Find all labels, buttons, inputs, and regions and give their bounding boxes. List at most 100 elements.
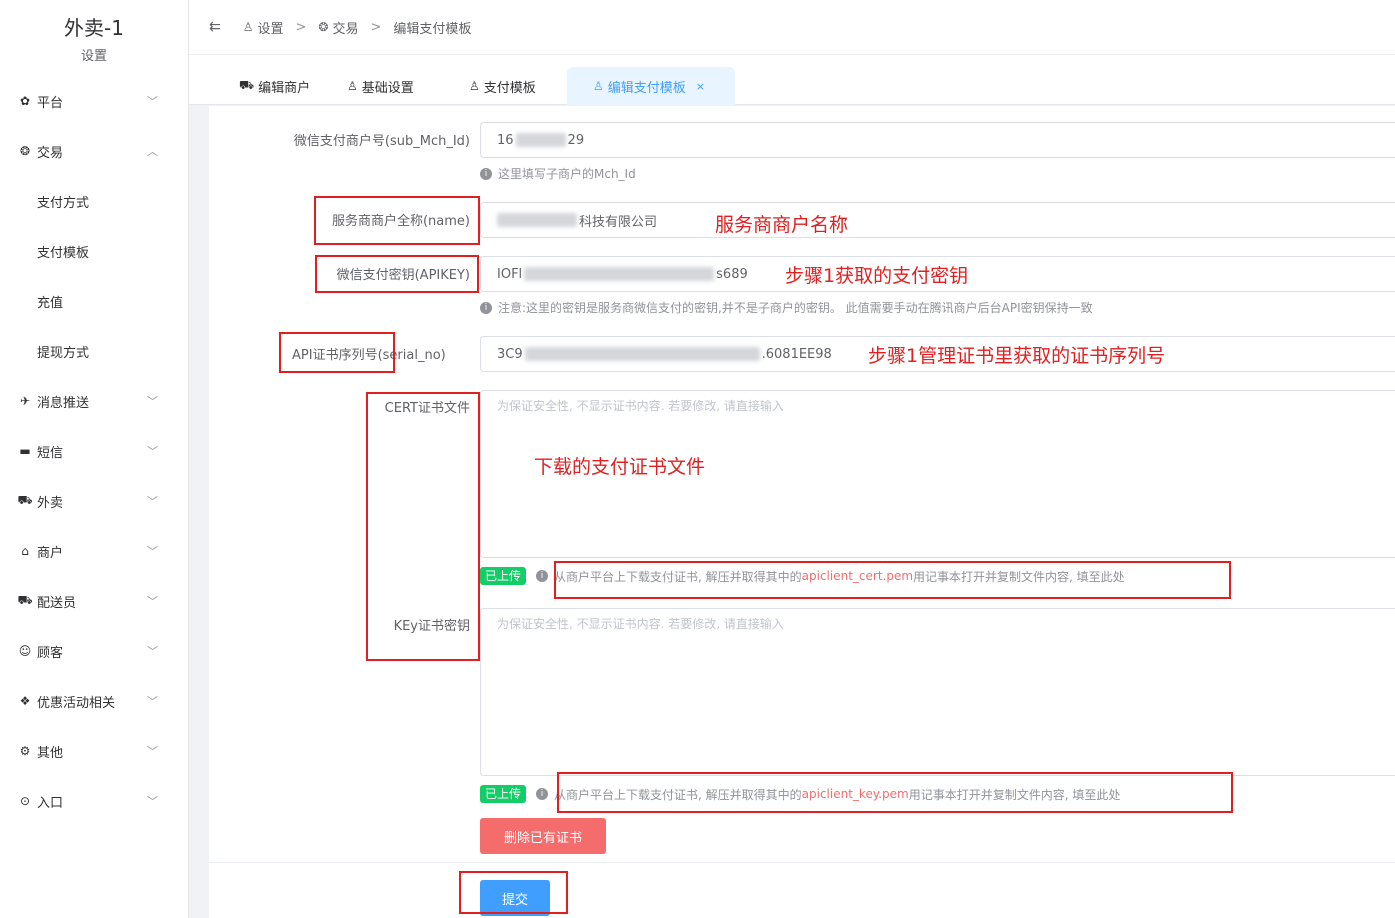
key-hint: 已上传 i 从商户平台上下载支付证书, 解压并取得其中的 apiclient_k…	[480, 785, 1120, 803]
input-value: .6081EE98	[761, 346, 832, 362]
input-value: 29	[567, 132, 585, 148]
redacted-mask	[524, 267, 715, 281]
annotation-cert: 下载的支付证书文件	[534, 456, 706, 478]
divider	[209, 862, 1395, 863]
sidebar-item-customer[interactable]: ☺ 顾客 ﹀	[0, 626, 188, 676]
breadcrumb-item[interactable]: 交易	[332, 18, 358, 37]
input-value: IOFl	[497, 266, 523, 282]
sidebar-item-label: 其他	[37, 745, 64, 761]
name-label: 服务商商户全称(name)	[331, 214, 470, 229]
menu-collapse-icon[interactable]: ⇇	[209, 19, 221, 35]
sub-mch-id-input[interactable]: 16 29	[480, 122, 1395, 158]
breadcrumb-separator: >	[370, 19, 382, 35]
sub-mch-id-label: 微信支付商户号(sub_Mch_Id)	[293, 134, 470, 149]
hint-text: 这里填写子商户的Mch_Id	[498, 167, 636, 181]
sidebar-item-trade[interactable]: ❂ 交易 ︿	[0, 126, 188, 176]
tab-basic-settings[interactable]: ♙ 基础设置	[347, 67, 414, 105]
sidebar-item-label: 平台	[37, 95, 64, 111]
info-icon: i	[536, 788, 549, 800]
sidebar-item-promotions[interactable]: ❖ 优惠活动相关 ﹀	[0, 676, 188, 726]
sidebar-subitem-payment-methods[interactable]: 支付方式	[0, 176, 188, 226]
info-icon: i	[536, 570, 549, 582]
sidebar-subitem-payment-templates[interactable]: 支付模板	[0, 226, 188, 276]
sidebar-item-rider[interactable]: ⛟ 配送员 ﹀	[0, 576, 188, 626]
placeholder-text: 为保证安全性, 不显示证书内容. 若要修改, 请直接输入	[497, 399, 784, 413]
sidebar: 外卖-1 设置 ✿ 平台 ﹀ ❂ 交易 ︿ 支付方式 支付模板 充值 提现方式 …	[0, 0, 189, 918]
top-bar: ⇇ ♙ 设置 > ❂ 交易 > 编辑支付模板	[189, 0, 1395, 55]
hint-text: 注意:这里的密钥是服务商微信支付的密钥,并不是子商户的密钥。 此值需要手动在腾讯…	[498, 301, 1093, 315]
submit-button[interactable]: 提交	[480, 880, 550, 916]
sidebar-item-label: 配送员	[37, 595, 77, 611]
sidebar-item-label: 交易	[37, 145, 64, 161]
sms-icon: ▬	[19, 444, 31, 458]
apikey-hint: i 注意:这里的密钥是服务商微信支付的密钥,并不是子商户的密钥。 此值需要手动在…	[480, 299, 1093, 316]
serial-no-label: API证书序列号(serial_no)	[292, 344, 446, 363]
tab-payment-template[interactable]: ♙ 支付模板	[469, 67, 536, 105]
breadcrumb-separator: >	[295, 19, 307, 35]
annotation-apikey: 步骤1获取的支付密钥	[785, 265, 969, 287]
hint-text: 从商户平台上下载支付证书, 解压并取得其中的	[554, 787, 802, 802]
sidebar-item-entry[interactable]: ⊙ 入口 ﹀	[0, 776, 188, 826]
sidebar-item-other[interactable]: ⚙ 其他 ﹀	[0, 726, 188, 776]
sidebar-item-label: 入口	[37, 795, 64, 811]
tab-label: 编辑支付模板	[607, 80, 686, 96]
hint-text: 从商户平台上下载支付证书, 解压并取得其中的	[554, 569, 802, 584]
truck-icon: ⛟	[17, 493, 33, 507]
tab-bar: ⛟ 编辑商户 ♙ 基础设置 ♙ 支付模板 ♙ 编辑支付模板 ×	[189, 55, 1395, 105]
chevron-down-icon: ﹀	[147, 745, 158, 758]
chevron-down-icon: ﹀	[147, 95, 158, 108]
sidebar-item-label: 优惠活动相关	[37, 695, 116, 711]
name-input[interactable]: 科技有限公司	[480, 202, 1395, 238]
trade-icon: ❂	[318, 20, 329, 34]
tab-edit-payment-template[interactable]: ♙ 编辑支付模板 ×	[567, 67, 735, 105]
label-text: API证书序列号	[292, 348, 378, 363]
cert-hint: 已上传 i 从商户平台上下载支付证书, 解压并取得其中的 apiclient_c…	[480, 567, 1125, 585]
apikey-label: 微信支付密钥(APIKEY)	[336, 268, 470, 283]
breadcrumb-item[interactable]: 设置	[258, 18, 284, 37]
delivery-icon: ⛟	[17, 593, 33, 607]
placeholder-text: 为保证安全性, 不显示证书内容. 若要修改, 请直接输入	[497, 617, 784, 631]
uploaded-badge: 已上传	[480, 567, 527, 585]
shop-icon: ⌂	[21, 544, 29, 558]
redacted-mask	[524, 347, 760, 361]
cert-label: CERT证书文件	[384, 401, 470, 416]
breadcrumb-item-current: 编辑支付模板	[393, 21, 472, 37]
close-icon[interactable]: ×	[696, 80, 705, 93]
info-icon: i	[480, 167, 492, 180]
sidebar-item-label: 顾客	[37, 645, 64, 661]
sidebar-subitem-withdraw-methods[interactable]: 提现方式	[0, 326, 188, 376]
info-icon: i	[480, 301, 492, 314]
gear-icon: ✿	[19, 94, 31, 108]
label-text: (serial_no)	[377, 348, 446, 363]
sidebar-item-label: 消息推送	[37, 395, 90, 411]
sidebar-item-label: 外卖	[37, 495, 64, 511]
sidebar-item-push[interactable]: ✈ 消息推送 ﹀	[0, 376, 188, 426]
chevron-down-icon: ﹀	[147, 645, 158, 658]
sidebar-nav: ✿ 平台 ﹀ ❂ 交易 ︿ 支付方式 支付模板 充值 提现方式 ✈ 消息推送 ﹀…	[0, 76, 188, 826]
chevron-down-icon: ﹀	[147, 495, 158, 508]
input-value: 3C9	[497, 346, 523, 362]
hint-filename: apiclient_key.pem	[801, 787, 909, 801]
delete-cert-button[interactable]: 删除已有证书	[480, 818, 606, 854]
chevron-down-icon: ﹀	[147, 595, 158, 608]
user-circle-icon: ☺	[18, 644, 32, 658]
sidebar-item-takeout[interactable]: ⛟ 外卖 ﹀	[0, 476, 188, 526]
compass-icon: ⊙	[19, 794, 31, 808]
annotation-serial: 步骤1管理证书里获取的证书序列号	[868, 345, 1166, 367]
app-name: 外卖-1	[64, 16, 124, 40]
breadcrumb: ♙ 设置 > ❂ 交易 > 编辑支付模板	[243, 18, 472, 37]
hint-filename: apiclient_cert.pem	[801, 569, 914, 583]
sidebar-subitem-recharge[interactable]: 充值	[0, 276, 188, 326]
sidebar-item-platform[interactable]: ✿ 平台 ﹀	[0, 76, 188, 126]
sidebar-item-sms[interactable]: ▬ 短信 ﹀	[0, 426, 188, 476]
sidebar-item-merchant[interactable]: ⌂ 商户 ﹀	[0, 526, 188, 576]
input-value: s689	[716, 266, 748, 282]
tab-label: 编辑商户	[258, 80, 311, 96]
tab-edit-merchant[interactable]: ⛟ 编辑商户	[239, 67, 310, 105]
tab-label: 基础设置	[361, 80, 414, 96]
key-textarea[interactable]: 为保证安全性, 不显示证书内容. 若要修改, 请直接输入	[480, 608, 1395, 776]
annotation-name: 服务商商户名称	[715, 214, 849, 236]
trade-icon: ❂	[19, 144, 31, 158]
uploaded-badge: 已上传	[480, 785, 527, 803]
input-value: 16	[497, 132, 514, 148]
